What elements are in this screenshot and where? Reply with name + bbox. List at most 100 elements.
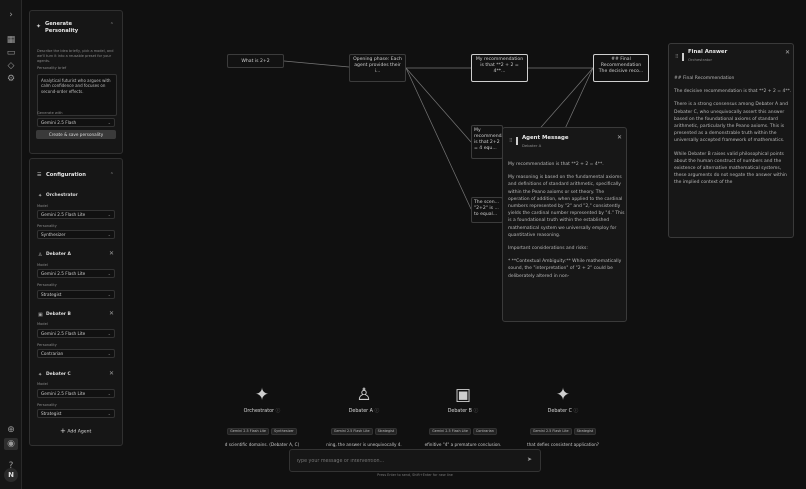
- info-icon[interactable]: ⓘ: [374, 409, 379, 414]
- chevron-down-icon: ⌄: [107, 271, 111, 276]
- agent-ticker: that defies consistent application?: [526, 442, 599, 447]
- model-label: Model: [37, 204, 48, 208]
- debater-a-name: Debater A: [46, 252, 71, 257]
- model-tag: Gemini 2.5 Flash Lite: [227, 428, 269, 435]
- left-rail: › ▦ ▭ ◇ ⚙ ⊕ ◉ ? N: [0, 0, 22, 489]
- final-answer-body: ## Final Recommendation The decisive rec…: [674, 75, 792, 193]
- agent-card-name: Debater C ⓘ: [523, 407, 603, 414]
- close-icon[interactable]: ✕: [785, 49, 790, 56]
- recommendation-node-3[interactable]: The scen... "2+2" is ... to equal...: [471, 197, 503, 223]
- add-agent-button[interactable]: + Add Agent: [60, 427, 91, 435]
- debater-b-personality-select[interactable]: Contrarian ⌄: [37, 349, 115, 358]
- sparkles-icon: ✦: [38, 372, 43, 378]
- configuration-panel: ☰ Configuration ⌃ ✦ Orchestrator Model G…: [29, 158, 123, 446]
- active-session-icon[interactable]: ◉: [4, 438, 18, 450]
- debater-c-personality-select[interactable]: Strategist ⌄: [37, 409, 115, 418]
- popup-subtitle: Debater A: [522, 143, 542, 148]
- model-label: Model: [37, 382, 48, 386]
- close-icon[interactable]: ✕: [109, 310, 114, 317]
- personality-label: Personality: [37, 283, 57, 287]
- brief-label: Personality brief: [37, 66, 67, 70]
- generate-model-value: Gemini 2.5 Flash: [41, 120, 77, 125]
- message-composer[interactable]: ➤: [289, 449, 541, 472]
- plus-circle-icon[interactable]: ⊕: [4, 424, 18, 436]
- agent-card-name-text: Debater B: [447, 409, 472, 414]
- debater-b-personality-value: Contrarian: [41, 351, 64, 356]
- create-personality-button[interactable]: Create & save personality: [36, 130, 116, 139]
- agent-tags: Gemini 2.5 Flash Lite Synthesizer: [222, 417, 302, 436]
- final-answer-subtitle: Orchestrator: [688, 57, 713, 62]
- agent-card-debater-a[interactable]: ♙ Debater A ⓘ Gemini 2.5 Flash Lite Strat…: [324, 385, 404, 447]
- edge-opening-rec3: [405, 67, 472, 210]
- settings-icon[interactable]: ⚙: [4, 73, 18, 85]
- chevron-down-icon: ⌄: [107, 232, 111, 237]
- chevron-down-icon: ⌄: [107, 292, 111, 297]
- debater-a-model-select[interactable]: Gemini 2.5 Flash Lite ⌄: [37, 269, 115, 278]
- agent-tags: Gemini 2.5 Flash Lite Contrarian: [423, 417, 503, 436]
- panel-title: Generate Personality: [45, 21, 79, 34]
- orchestrator-model-select[interactable]: Gemini 2.5 Flash Lite ⌄: [37, 210, 115, 219]
- composer-hint: Press Enter to send, Shift+Enter for new…: [377, 473, 453, 477]
- debater-c-model-select[interactable]: Gemini 2.5 Flash Lite ⌄: [37, 389, 115, 398]
- chevron-down-icon: ⌄: [107, 411, 111, 416]
- info-icon[interactable]: ⓘ: [473, 409, 478, 414]
- accent-bar: [682, 53, 684, 61]
- add-agent-label: Add Agent: [67, 429, 92, 435]
- recommendation-node[interactable]: My recommendation is that **2 + 2 = 4**.…: [471, 54, 528, 82]
- config-title: Configuration: [46, 172, 86, 178]
- close-icon[interactable]: ✕: [617, 134, 622, 141]
- chevron-right-icon[interactable]: ›: [4, 9, 18, 21]
- personality-tag: Contrarian: [472, 428, 497, 435]
- model-tag: Gemini 2.5 Flash Lite: [529, 428, 572, 435]
- info-icon[interactable]: ⓘ: [276, 409, 281, 414]
- recommendation-node-2[interactable]: My recommendation is that 2+2 = 4 equ...: [471, 125, 513, 159]
- generate-model-select[interactable]: Gemini 2.5 Flash ⌄: [37, 118, 115, 127]
- brief-textarea[interactable]: Analytical futurist who argues with calm…: [37, 74, 117, 116]
- personality-label: Personality: [37, 343, 57, 347]
- model-label: Model: [37, 322, 48, 326]
- robot-icon: ▣: [454, 385, 472, 405]
- personality-tag: Strategist: [374, 428, 398, 435]
- agent-card-name: Debater B ⓘ: [423, 407, 503, 414]
- message-input[interactable]: [296, 456, 516, 466]
- close-icon[interactable]: ✕: [109, 250, 114, 257]
- sparkles-icon: ✦: [36, 23, 42, 30]
- question-node[interactable]: What is 2+2: [227, 54, 284, 68]
- orchestrator-name: Orchestrator: [46, 193, 78, 198]
- agent-card-orchestrator[interactable]: ✦ Orchestrator ⓘ Gemini 2.5 Flash Lite Sy…: [222, 385, 302, 447]
- debater-c-name: Debater C: [46, 372, 71, 377]
- debater-b-name: Debater B: [46, 312, 71, 317]
- message-paragraph: My reasoning is based on the fundamental…: [508, 175, 625, 238]
- opening-node[interactable]: Opening phase: Each agent provides their…: [349, 54, 406, 82]
- close-icon[interactable]: ✕: [109, 370, 114, 377]
- send-icon[interactable]: ➤: [527, 456, 532, 463]
- orchestrator-personality-select[interactable]: Synthesizer ⌄: [37, 230, 115, 239]
- sparkles-icon: ✦: [555, 385, 571, 405]
- message-paragraph: My recommendation is that **2 + 2 = 4**.: [508, 162, 604, 167]
- sparkles-icon: ✦: [254, 385, 270, 405]
- agent-card-name-text: Orchestrator: [243, 409, 274, 414]
- debater-c-model-value: Gemini 2.5 Flash Lite: [41, 391, 86, 396]
- debater-a-personality-value: Strategist: [41, 292, 62, 297]
- debater-a-personality-select[interactable]: Strategist ⌄: [37, 290, 115, 299]
- tag-icon[interactable]: ◇: [4, 60, 18, 72]
- orchestrator-personality-value: Synthesizer: [41, 232, 66, 237]
- chat-icon[interactable]: ▭: [4, 47, 18, 59]
- drag-handle-icon[interactable]: ⠿: [675, 54, 679, 60]
- orchestrator-model-value: Gemini 2.5 Flash Lite: [41, 212, 86, 217]
- agent-card-debater-b[interactable]: ▣ Debater B ⓘ Gemini 2.5 Flash Lite Contr…: [423, 385, 503, 447]
- chevron-up-icon[interactable]: ⌃: [110, 22, 114, 28]
- final-paragraph: The decisive recommendation is that **2 …: [674, 89, 792, 95]
- grid-icon[interactable]: ▦: [4, 34, 18, 46]
- agent-card-name: Orchestrator ⓘ: [222, 407, 302, 414]
- debater-b-model-select[interactable]: Gemini 2.5 Flash Lite ⌄: [37, 329, 115, 338]
- info-icon[interactable]: ⓘ: [574, 409, 579, 414]
- agent-card-name: Debater A ⓘ: [324, 407, 404, 414]
- chevron-up-icon[interactable]: ⌃: [110, 172, 114, 178]
- drag-handle-icon[interactable]: ⠿: [509, 138, 513, 144]
- final-node[interactable]: ## Final Recommendation The decisive rec…: [593, 54, 649, 82]
- user-avatar[interactable]: N: [4, 468, 18, 482]
- chevron-down-icon: ⌄: [107, 212, 111, 217]
- agent-card-debater-c[interactable]: ✦ Debater C ⓘ Gemini 2.5 Flash Lite Strat…: [523, 385, 603, 447]
- agent-tags: Gemini 2.5 Flash Lite Strategist: [324, 417, 404, 436]
